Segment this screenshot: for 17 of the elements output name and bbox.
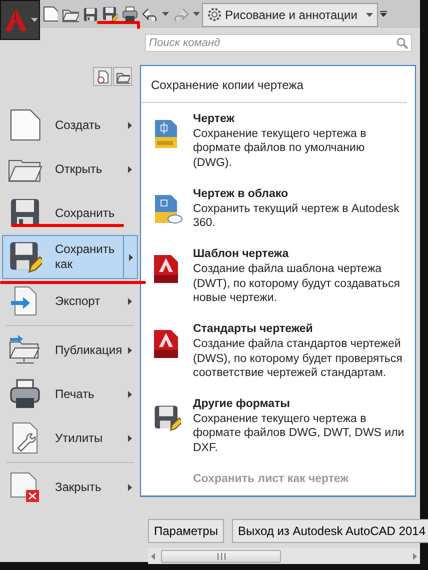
save-as-option[interactable]: Чертеж Сохранение текущего чертежа в формате файлов по умолчанию (DWG). (141, 103, 415, 178)
menu-item[interactable]: Закрыть (2, 465, 138, 509)
options-button[interactable]: Параметры (148, 519, 224, 543)
save-as-option[interactable]: Шаблон чертежа Создание файла шаблона чертежа (DWT), по которому будут создаваться новые чертежи. (141, 238, 415, 314)
menu-item[interactable]: Сохранить как (2, 235, 138, 279)
save-as-option[interactable]: Чертеж в облако Сохранить текущий чертеж в Autodesk 360. (141, 178, 415, 238)
menu-item[interactable]: Создать (2, 103, 138, 147)
save-as-option[interactable]: Стандарты чертежей Создание файла стандартов чертежей (DWS), по которому будет проверяться соответствие чертежей стандартам. (141, 313, 415, 388)
workspace-dropdown[interactable]: Рисование и аннотации (202, 2, 378, 26)
menu-item[interactable]: Печать (2, 372, 138, 416)
exit-button[interactable]: Выход из Autodesk AutoCAD 2014 (232, 519, 428, 543)
menu-item[interactable]: Экспорт (2, 279, 138, 323)
menu-item[interactable]: Публикация (2, 328, 138, 372)
menu-item[interactable]: Утилиты (2, 416, 138, 460)
save-as-option[interactable]: Другие форматы Сохранение текущего чертежа в формате файлов DWG, DWT, DWS или DXF. (141, 388, 415, 464)
panel-title: Сохранение копии чертежа (151, 78, 304, 92)
menu-item[interactable]: Открыть (2, 147, 138, 191)
